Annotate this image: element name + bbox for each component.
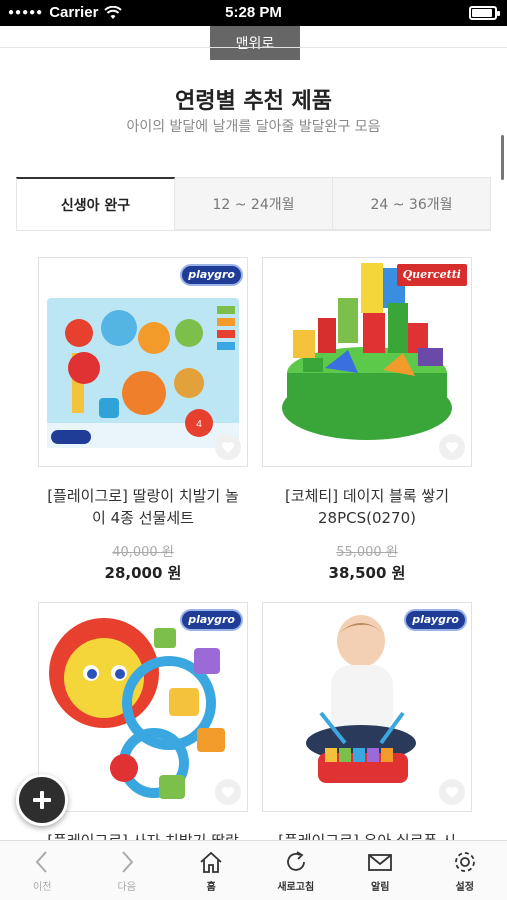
age-tabs: 신생아 완구 12 ~ 24개월 24 ~ 36개월 bbox=[16, 177, 491, 231]
scroll-indicator[interactable] bbox=[501, 135, 504, 180]
notifications-button[interactable]: 알림 bbox=[338, 841, 423, 900]
product-card[interactable]: playgro [플레이그로] 유아 실로폰 시 bbox=[262, 602, 472, 852]
brand-logo: playgro bbox=[180, 264, 243, 286]
heart-icon bbox=[221, 786, 235, 798]
wishlist-heart-button[interactable] bbox=[439, 434, 465, 460]
wishlist-heart-button[interactable] bbox=[215, 434, 241, 460]
product-name-line: 28PCS(0270) bbox=[317, 509, 416, 527]
battery-fill bbox=[472, 9, 492, 17]
heart-icon bbox=[445, 786, 459, 798]
tab-24-36-months[interactable]: 24 ~ 36개월 bbox=[333, 177, 491, 230]
product-name[interactable]: [코체티] 데이지 블록 쌓기 28PCS(0270) bbox=[262, 485, 472, 529]
product-photo-lion-teether bbox=[49, 618, 225, 799]
product-image[interactable]: playgro bbox=[262, 602, 472, 812]
tab-12-24-months[interactable]: 12 ~ 24개월 bbox=[175, 177, 333, 230]
product-image[interactable]: playgro bbox=[38, 602, 248, 812]
home-label: 홈 bbox=[206, 882, 216, 893]
back-button[interactable]: 이전 bbox=[0, 841, 85, 900]
forward-label: 다음 bbox=[117, 882, 136, 893]
brand-logo: playgro bbox=[180, 609, 243, 631]
product-name-line: 이 4종 선물세트 bbox=[92, 509, 194, 527]
product-photo-baby-xylophone bbox=[306, 615, 416, 783]
add-fab-button[interactable] bbox=[16, 774, 68, 826]
status-time: 5:28 PM bbox=[225, 4, 282, 21]
scroll-top-button[interactable]: 맨위로 bbox=[210, 26, 300, 60]
settings-label: 설정 bbox=[455, 882, 474, 893]
home-icon bbox=[200, 851, 222, 873]
heart-icon bbox=[445, 441, 459, 453]
svg-text:4: 4 bbox=[196, 419, 202, 430]
product-name-line: [플레이그로] 딸랑이 치발기 놀 bbox=[47, 487, 239, 505]
product-image[interactable]: 4 playgro bbox=[38, 257, 248, 467]
bottom-toolbar: 이전 다음 홈 새로고침 알림 설정 bbox=[0, 840, 507, 900]
brand-logo: playgro bbox=[404, 609, 467, 631]
brand-logo: Quercetti bbox=[396, 264, 467, 286]
wishlist-heart-button[interactable] bbox=[439, 779, 465, 805]
mail-icon bbox=[368, 854, 393, 871]
back-label: 이전 bbox=[33, 882, 52, 893]
page-subtitle: 아이의 발달에 날개를 달아줄 발달완구 모음 bbox=[126, 119, 381, 135]
product-card[interactable]: playgro [플레이그로] 사자 치발기 딸랑 bbox=[38, 602, 248, 852]
forward-button[interactable]: 다음 bbox=[85, 841, 170, 900]
heart-icon bbox=[221, 441, 235, 453]
settings-button[interactable]: 설정 bbox=[423, 841, 507, 900]
product-image[interactable]: Quercetti bbox=[262, 257, 472, 467]
forward-chevron-icon bbox=[122, 851, 134, 873]
sale-price: 28,000 원 bbox=[104, 564, 182, 582]
refresh-icon bbox=[286, 851, 305, 871]
product-card[interactable]: Quercetti [코체티] 데이지 블록 쌓기 28PCS(0270) 55… bbox=[262, 257, 472, 583]
battery-icon bbox=[469, 6, 500, 20]
original-price: 55,000 원 bbox=[336, 545, 398, 560]
home-button[interactable]: 홈 bbox=[169, 841, 254, 900]
product-photo-daisy-blocks bbox=[282, 263, 452, 440]
notifications-label: 알림 bbox=[371, 882, 390, 893]
wishlist-heart-button[interactable] bbox=[215, 779, 241, 805]
product-name-line: [코체티] 데이지 블록 쌓기 bbox=[284, 487, 449, 505]
product-name[interactable]: [플레이그로] 딸랑이 치발기 놀 이 4종 선물세트 bbox=[38, 485, 248, 529]
top-divider bbox=[0, 47, 507, 48]
sale-price: 38,500 원 bbox=[328, 564, 406, 582]
status-bar: ●●●●● Carrier 5:28 PM bbox=[0, 0, 507, 26]
product-card[interactable]: 4 playgro [플레이그로] 딸랑이 치발기 놀 이 4종 선물세트 40… bbox=[38, 257, 248, 583]
tab-newborn[interactable]: 신생아 완구 bbox=[16, 177, 175, 230]
original-price: 40,000 원 bbox=[112, 545, 174, 560]
refresh-button[interactable]: 새로고침 bbox=[254, 841, 339, 900]
refresh-label: 새로고침 bbox=[277, 882, 315, 893]
product-photo-teether-set: 4 bbox=[47, 298, 239, 448]
plus-icon bbox=[33, 791, 51, 809]
page-title: 연령별 추천 제품 bbox=[175, 89, 332, 114]
back-chevron-icon bbox=[35, 851, 47, 873]
gear-icon bbox=[454, 852, 475, 872]
